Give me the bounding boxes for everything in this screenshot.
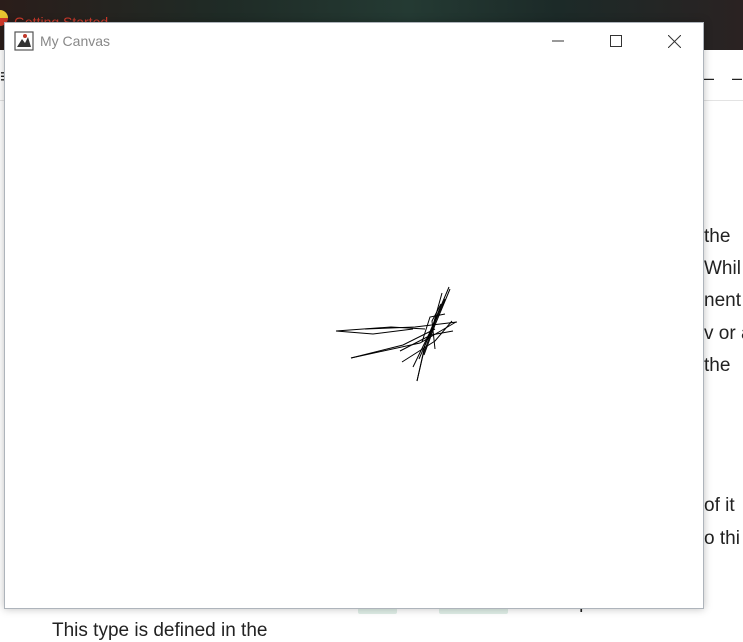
close-button[interactable]	[651, 23, 697, 59]
maximize-icon	[610, 35, 622, 47]
window-title: My Canvas	[40, 33, 111, 49]
toolbar-dash-icon: –	[732, 68, 743, 88]
document-text-fragment: the	[704, 226, 731, 247]
document-text-fragment: v or a	[704, 323, 743, 344]
document-text-fragment: Whil	[704, 258, 741, 279]
document-text-fragment: nent	[704, 290, 741, 311]
java-app-icon	[14, 31, 34, 51]
minimize-icon	[552, 40, 564, 42]
document-bottom-line-2: This type is defined in the	[52, 620, 268, 641]
close-icon	[667, 34, 681, 48]
document-text-fragment: of it	[704, 495, 735, 516]
window-titlebar[interactable]: My Canvas	[5, 23, 703, 59]
document-text-fragment: o thi	[704, 528, 740, 549]
minimize-button[interactable]	[535, 23, 581, 59]
maximize-button[interactable]	[593, 23, 639, 59]
drawing-canvas[interactable]	[5, 59, 703, 608]
pen-scribble	[335, 286, 458, 382]
toolbar-dash-icon: –	[704, 68, 715, 88]
canvas-window[interactable]: My Canvas	[4, 22, 704, 609]
document-text-fragment: the	[704, 355, 731, 376]
